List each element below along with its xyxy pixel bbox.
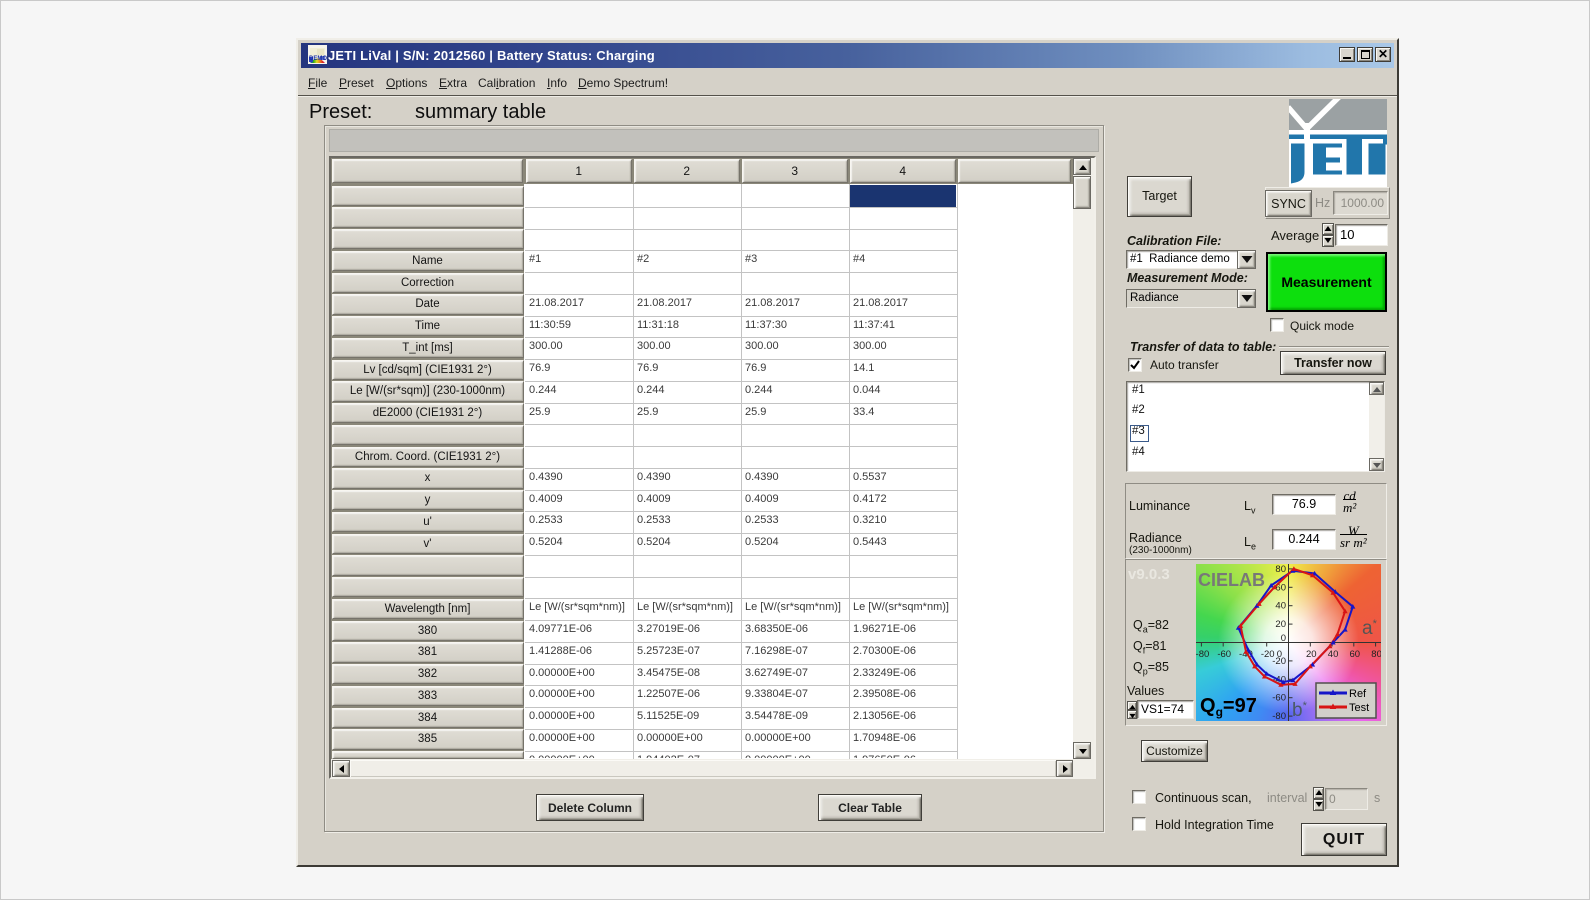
svg-text:Ref: Ref <box>1349 688 1367 700</box>
svg-text:b*: b* <box>1292 700 1308 721</box>
svg-text:80: 80 <box>1275 564 1286 575</box>
svg-text:a*: a* <box>1362 618 1378 639</box>
svg-text:-60: -60 <box>1217 649 1231 660</box>
svg-text:40: 40 <box>1328 649 1339 660</box>
svg-text:-60: -60 <box>1272 693 1286 704</box>
svg-text:-80: -80 <box>1272 711 1286 721</box>
svg-text:0: 0 <box>1281 633 1286 644</box>
svg-text:20: 20 <box>1306 649 1317 660</box>
svg-text:Qg=97: Qg=97 <box>1200 695 1257 719</box>
svg-text:80: 80 <box>1371 649 1381 660</box>
svg-text:CIELAB: CIELAB <box>1198 570 1265 590</box>
svg-text:60: 60 <box>1350 649 1361 660</box>
svg-text:40: 40 <box>1275 601 1286 612</box>
svg-text:20: 20 <box>1275 619 1286 630</box>
svg-text:-20: -20 <box>1272 656 1286 667</box>
svg-text:-80: -80 <box>1196 649 1209 660</box>
svg-text:Test: Test <box>1349 702 1369 714</box>
svg-text:DEMO: DEMO <box>309 56 327 62</box>
